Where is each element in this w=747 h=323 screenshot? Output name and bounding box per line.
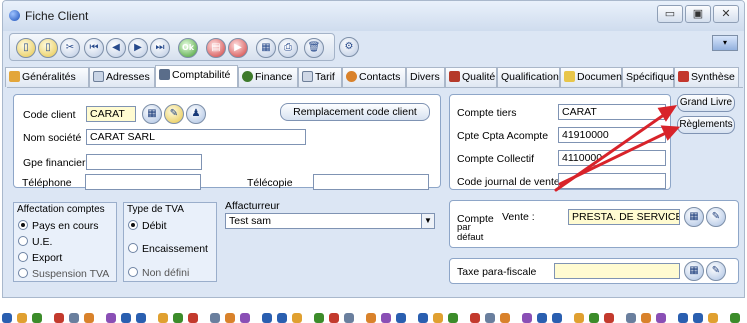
toolbar-strip-icon <box>366 313 376 323</box>
toolbar-strip-icon <box>708 313 718 323</box>
toolbar-strip-icon <box>54 313 64 323</box>
toolbar-strip-icon <box>470 313 480 323</box>
toolbar-strip-icon <box>589 313 599 323</box>
toolbar-strip-icon <box>158 313 168 323</box>
toolbar-strip-icon <box>262 313 272 323</box>
toolbar-strip-icon <box>32 313 42 323</box>
toolbar-strip-icon <box>106 313 116 323</box>
toolbar-strip-icon <box>17 313 27 323</box>
toolbar-strip-icon <box>2 313 12 323</box>
toolbar-strip-icon <box>485 313 495 323</box>
toolbar-strip-icon <box>626 313 636 323</box>
toolbar-strip-icon <box>604 313 614 323</box>
toolbar-strip-icon <box>537 313 547 323</box>
toolbar-strip-icon <box>240 313 250 323</box>
toolbar-strip-icon <box>656 313 666 323</box>
toolbar-strip-icon <box>641 313 651 323</box>
toolbar-strip-icon <box>210 313 220 323</box>
toolbar-strip-icon <box>121 313 131 323</box>
toolbar-strip-icon <box>344 313 354 323</box>
arrow-head-reglements <box>660 125 681 141</box>
toolbar-strip-icon <box>188 313 198 323</box>
toolbar-strip-icon <box>552 313 562 323</box>
ledger-icon <box>159 69 170 80</box>
toolbar-strip-icon <box>396 313 406 323</box>
toolbar-strip-icon <box>277 313 287 323</box>
annotation-arrows <box>554 105 681 192</box>
toolbar-strip-icon <box>433 313 443 323</box>
toolbar-strip-icon <box>448 313 458 323</box>
toolbar-strip-icon <box>418 313 428 323</box>
toolbar-strip-icon <box>292 313 302 323</box>
toolbar-strip-icon <box>84 313 94 323</box>
toolbar-strip-icon <box>381 313 391 323</box>
arrow-to-reglements <box>558 129 672 186</box>
toolbar-strip-icon <box>329 313 339 323</box>
toolbar-strip-icon <box>500 313 510 323</box>
toolbar-strip-icon <box>693 313 703 323</box>
toolbar-strip-icon <box>314 313 324 323</box>
toolbar-strip-icon <box>730 313 740 323</box>
bottom-icon-strip <box>0 312 747 323</box>
toolbar-strip-icon <box>69 313 79 323</box>
toolbar-strip-icon <box>225 313 235 323</box>
toolbar-strip-icon <box>136 313 146 323</box>
toolbar-strip-icon <box>678 313 688 323</box>
toolbar-strip-icon <box>522 313 532 323</box>
tab-comptabilite[interactable]: Comptabilité <box>155 65 238 87</box>
toolbar-strip-icon <box>574 313 584 323</box>
toolbar-strip-icon <box>173 313 183 323</box>
